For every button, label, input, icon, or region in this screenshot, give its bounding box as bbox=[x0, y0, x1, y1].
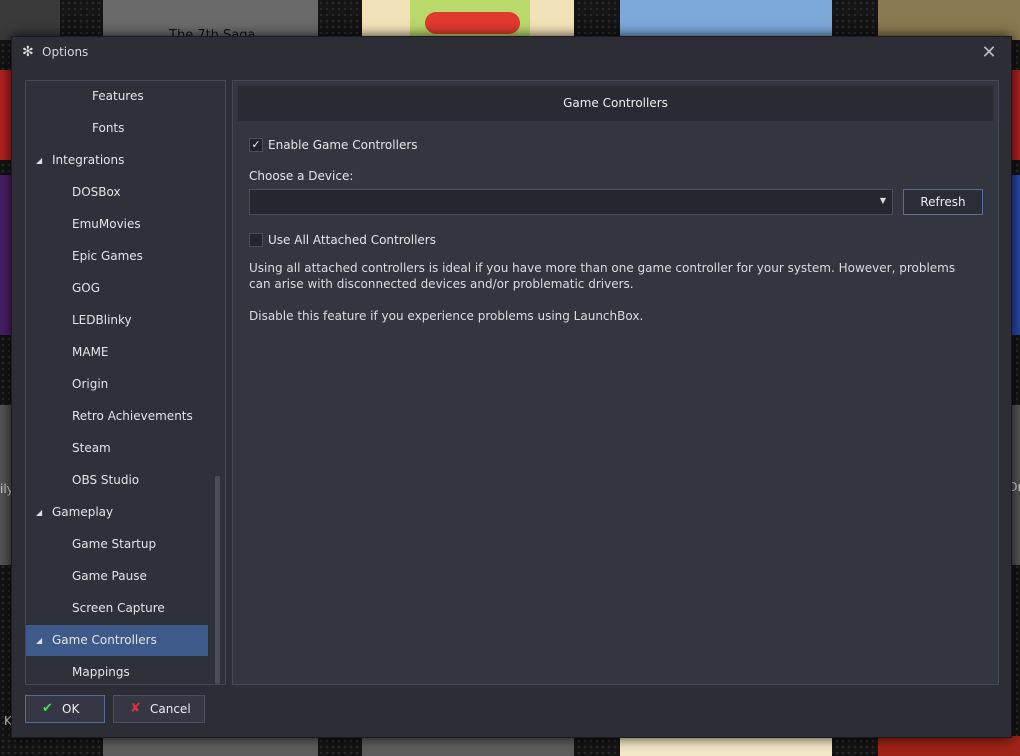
expand-arrow-icon[interactable]: ◢ bbox=[36, 497, 42, 528]
tree-item[interactable]: Fonts bbox=[26, 113, 208, 144]
background-boxart bbox=[425, 12, 520, 34]
checkbox-box[interactable]: ✓ bbox=[249, 138, 263, 152]
background-boxart bbox=[620, 736, 832, 756]
tree-item[interactable]: EmuMovies bbox=[26, 209, 208, 240]
tree-item-label: Steam bbox=[72, 441, 111, 455]
tree-item-label: Mappings bbox=[72, 665, 130, 679]
cancel-button[interactable]: ✘ Cancel bbox=[113, 695, 205, 723]
tree-item-label: OBS Studio bbox=[72, 473, 140, 487]
use-all-controllers-label: Use All Attached Controllers bbox=[268, 233, 436, 247]
tree-item-label: Fonts bbox=[92, 121, 125, 135]
tree-item[interactable]: Features bbox=[26, 81, 208, 112]
tree-item[interactable]: LEDBlinky bbox=[26, 305, 208, 336]
ok-button-label: OK bbox=[62, 702, 80, 716]
tree-item-label: Game Pause bbox=[72, 569, 147, 583]
device-dropdown[interactable]: ▼ bbox=[249, 189, 893, 215]
tree-item-label: Features bbox=[92, 89, 144, 103]
tree-item[interactable]: ◢ Game Controllers bbox=[26, 625, 208, 656]
device-label: Choose a Device: bbox=[249, 169, 354, 183]
tree-item-label: Integrations bbox=[52, 153, 125, 167]
gear-icon: ✻ bbox=[22, 44, 34, 60]
cancel-button-label: Cancel bbox=[150, 702, 191, 716]
tree-item-label: EmuMovies bbox=[72, 217, 141, 231]
refresh-button[interactable]: Refresh bbox=[903, 189, 983, 215]
tree-item-label: Game Controllers bbox=[52, 633, 157, 647]
options-tree[interactable]: Features Fonts ◢ Integrations DOSBox EmuMovie… bbox=[25, 80, 226, 685]
description-text: Using all attached controllers is ideal … bbox=[249, 261, 956, 291]
tree-item[interactable]: Mappings bbox=[26, 657, 208, 684]
enable-controllers-label: Enable Game Controllers bbox=[268, 138, 418, 152]
tree-item-label: Game Startup bbox=[72, 537, 157, 551]
tree-scrollbar[interactable] bbox=[215, 476, 220, 684]
tree-item-label: Screen Capture bbox=[72, 601, 165, 615]
tree-item[interactable]: GOG bbox=[26, 273, 208, 304]
tree-item[interactable]: Screen Capture bbox=[26, 593, 208, 624]
background-boxart bbox=[878, 736, 1020, 756]
tree-item-label: Gameplay bbox=[52, 505, 114, 519]
background-boxart bbox=[878, 0, 1020, 40]
background-boxart bbox=[362, 736, 574, 756]
tree-item[interactable]: Game Pause bbox=[26, 561, 208, 592]
close-icon: ✘ bbox=[130, 701, 141, 716]
background-boxart bbox=[620, 0, 832, 40]
background-boxart bbox=[103, 736, 318, 756]
title-bar[interactable]: ✻ Options ✕ bbox=[12, 37, 1011, 69]
tree-item[interactable]: DOSBox bbox=[26, 177, 208, 208]
settings-panel: Game Controllers ✓ Enable Game Controlle… bbox=[232, 80, 999, 685]
description-text: Disable this feature if you experience p… bbox=[249, 309, 644, 323]
tree-item[interactable]: Origin bbox=[26, 369, 208, 400]
close-button[interactable]: ✕ bbox=[979, 43, 999, 63]
checkbox-box[interactable] bbox=[249, 233, 263, 247]
window-title: Options bbox=[42, 45, 89, 59]
tree-item-label: Epic Games bbox=[72, 249, 143, 263]
tree-item-label: GOG bbox=[72, 281, 101, 295]
ok-button[interactable]: ✔ OK bbox=[25, 695, 105, 723]
expand-arrow-icon[interactable]: ◢ bbox=[36, 625, 42, 656]
tree-item[interactable]: ◢ Gameplay bbox=[26, 497, 208, 528]
tree-item[interactable]: MAME bbox=[26, 337, 208, 368]
tree-item-label: LEDBlinky bbox=[72, 313, 132, 327]
panel-title: Game Controllers bbox=[238, 86, 993, 121]
tree-item[interactable]: ◢ Integrations bbox=[26, 145, 208, 176]
tree-item[interactable]: OBS Studio bbox=[26, 465, 208, 496]
tree-item-label: DOSBox bbox=[72, 185, 121, 199]
expand-arrow-icon[interactable]: ◢ bbox=[36, 145, 42, 176]
background-boxart bbox=[0, 0, 60, 40]
tree-item[interactable]: Retro Achievements bbox=[26, 401, 208, 432]
tree-item[interactable]: Steam bbox=[26, 433, 208, 464]
chevron-down-icon: ▼ bbox=[879, 196, 886, 205]
tree-item[interactable]: Epic Games bbox=[26, 241, 208, 272]
tree-item-label: MAME bbox=[72, 345, 109, 359]
options-dialog: ✻ Options ✕ Features Fonts ◢ Integrations DO… bbox=[11, 36, 1012, 738]
tree-item-label: Retro Achievements bbox=[72, 409, 193, 423]
background-boxart: The 7th Saga bbox=[103, 0, 318, 43]
checkmark-icon: ✔ bbox=[42, 701, 53, 716]
tree-item[interactable]: Game Startup bbox=[26, 529, 208, 560]
tree-item-label: Origin bbox=[72, 377, 109, 391]
